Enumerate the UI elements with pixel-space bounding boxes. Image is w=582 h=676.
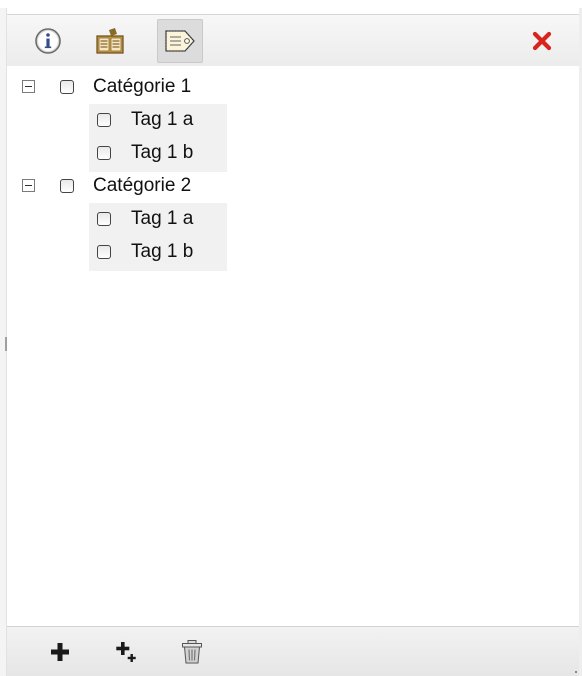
tag-checkbox[interactable] xyxy=(97,212,111,226)
tag-checkbox[interactable] xyxy=(97,146,111,160)
info-icon xyxy=(35,28,61,54)
tree-tag-row[interactable]: Tag 1 b xyxy=(7,136,567,170)
tag-icon xyxy=(165,30,195,52)
category-label: Catégorie 2 xyxy=(93,175,192,196)
close-icon xyxy=(532,31,552,51)
delete-button[interactable] xyxy=(175,635,209,669)
add-tag-button[interactable] xyxy=(109,635,143,669)
add-category-button[interactable] xyxy=(43,635,77,669)
collapse-expander[interactable] xyxy=(22,80,35,93)
tag-tree: Catégorie 1 Tag 1 a Tag 1 b Catégorie 2 … xyxy=(7,66,579,626)
collapse-expander[interactable] xyxy=(22,179,35,192)
trash-icon xyxy=(182,640,202,664)
edit-book-icon xyxy=(96,28,124,54)
info-button[interactable] xyxy=(25,19,71,63)
tag-label: Tag 1 a xyxy=(131,109,194,130)
panel-top-border xyxy=(0,0,582,8)
tag-checkbox[interactable] xyxy=(97,245,111,259)
tree-category-row[interactable]: Catégorie 2 xyxy=(7,169,567,203)
panel-toolbar xyxy=(7,14,579,66)
plus-icon xyxy=(51,643,69,661)
tree-category-row[interactable]: Catégorie 1 xyxy=(7,70,567,104)
close-button[interactable] xyxy=(519,19,565,63)
tags-panel: Catégorie 1 Tag 1 a Tag 1 b Catégorie 2 … xyxy=(0,0,582,676)
tree-tag-row[interactable]: Tag 1 b xyxy=(7,235,567,269)
plus-sub-icon xyxy=(116,642,136,662)
edit-button[interactable] xyxy=(87,19,133,63)
tag-label: Tag 1 b xyxy=(131,142,194,163)
tree-tag-row[interactable]: Tag 1 a xyxy=(7,103,567,137)
category-checkbox[interactable] xyxy=(60,80,74,94)
category-checkbox[interactable] xyxy=(60,179,74,193)
panel-footer xyxy=(7,626,579,676)
category-label: Catégorie 1 xyxy=(93,76,192,97)
tags-button[interactable] xyxy=(157,19,203,63)
tag-checkbox[interactable] xyxy=(97,113,111,127)
tree-tag-row[interactable]: Tag 1 a xyxy=(7,202,567,236)
tag-label: Tag 1 a xyxy=(131,208,194,229)
resize-corner-dot xyxy=(575,671,577,673)
tag-label: Tag 1 b xyxy=(131,241,194,262)
